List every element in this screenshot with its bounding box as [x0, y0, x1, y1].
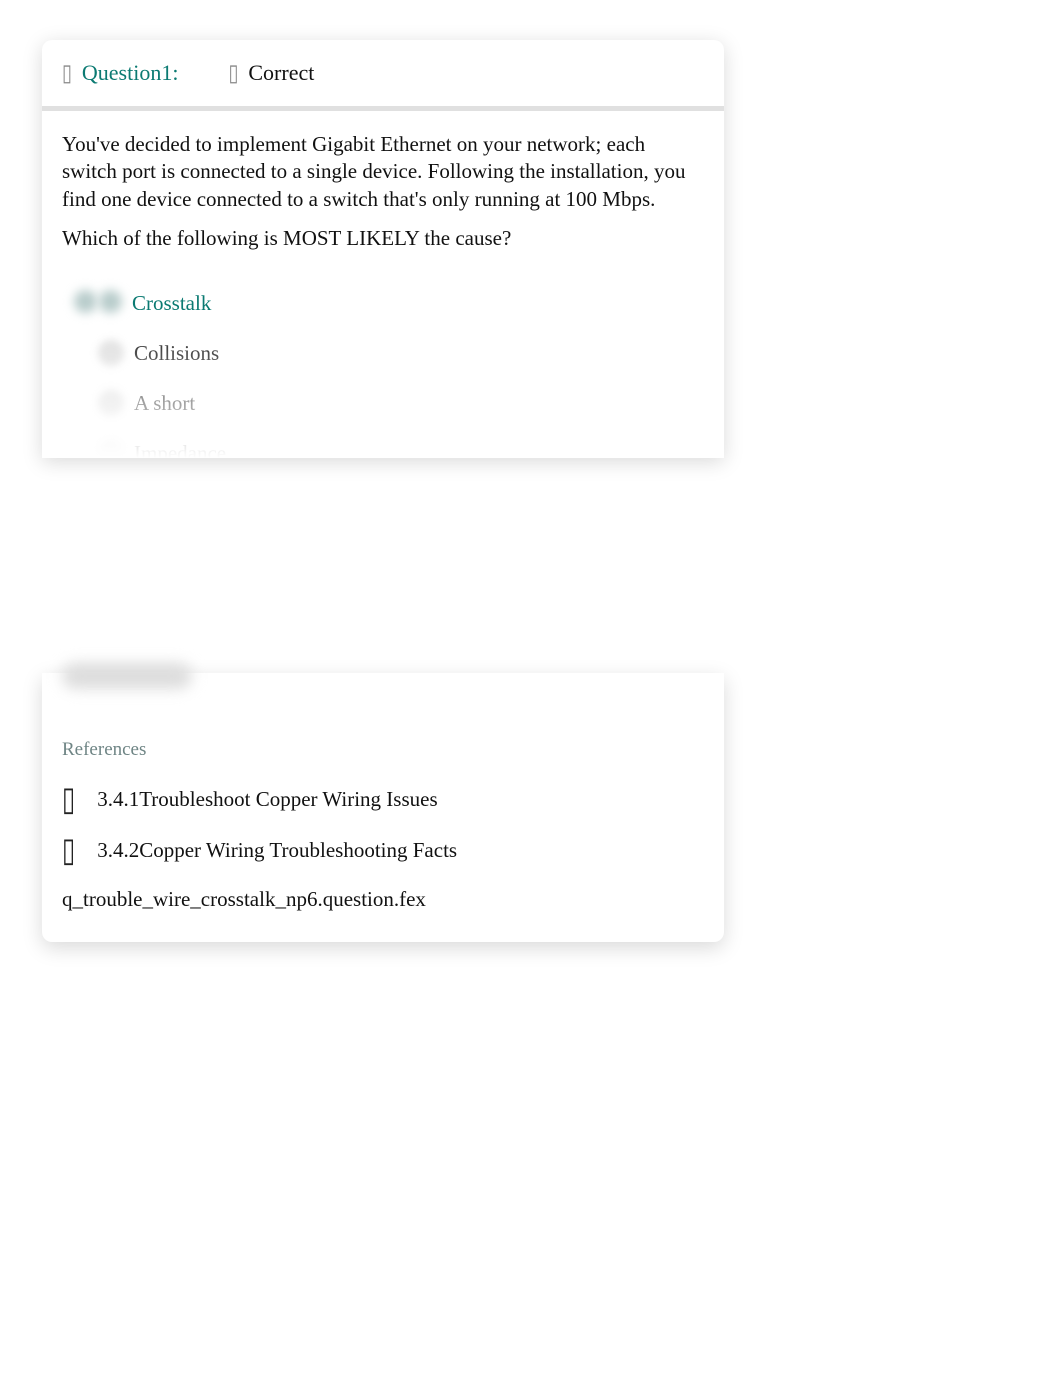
answer-marker-icon	[98, 340, 124, 366]
locked-content-gap	[0, 458, 1062, 673]
answer-text: A short	[134, 391, 195, 416]
reference-icon: ▯	[62, 830, 75, 871]
reference-text: 3.4.2Copper Wiring Troubleshooting Facts	[97, 838, 457, 863]
answer-marker-icon	[98, 390, 124, 416]
question-paragraph-1: You've decided to implement Gigabit Ethe…	[62, 131, 704, 213]
question-file-id: q_trouble_wire_crosstalk_np6.question.fe…	[62, 887, 704, 912]
answer-text: Impedance	[134, 441, 226, 458]
question-paragraph-2: Which of the following is MOST LIKELY th…	[62, 225, 704, 252]
reference-icon: ▯	[62, 779, 75, 820]
question-body: You've decided to implement Gigabit Ethe…	[42, 111, 724, 458]
answer-option-collisions[interactable]: Collisions	[98, 340, 704, 366]
question-number-block: ▯ Question1:	[62, 60, 178, 86]
question-icon: ▯	[62, 59, 72, 86]
blurred-heading	[62, 663, 192, 689]
answer-option-short[interactable]: A short	[98, 390, 704, 416]
question-card-bottom: References ▯ 3.4.1Troubleshoot Copper Wi…	[42, 673, 724, 942]
answers-list: Crosstalk Collisions A short Impedance	[74, 290, 704, 458]
status-icon: ▯	[228, 59, 238, 86]
answer-text: Crosstalk	[132, 291, 211, 316]
answer-marker-icon	[98, 440, 124, 458]
reference-text: 3.4.1Troubleshoot Copper Wiring Issues	[97, 787, 437, 812]
references-title: References	[62, 739, 704, 761]
question-label: Question1:	[82, 60, 179, 86]
question-header: ▯ Question1: ▯ Correct	[42, 40, 724, 111]
answer-text: Collisions	[134, 341, 219, 366]
reference-link-1[interactable]: ▯ 3.4.1Troubleshoot Copper Wiring Issues	[62, 785, 704, 814]
answer-marker-icon	[74, 290, 122, 316]
status-label: Correct	[248, 60, 314, 86]
reference-link-2[interactable]: ▯ 3.4.2Copper Wiring Troubleshooting Fac…	[62, 836, 704, 865]
status-block: ▯ Correct	[228, 60, 314, 86]
question-card-top: ▯ Question1: ▯ Correct You've decided to…	[42, 40, 724, 458]
answer-option-crosstalk[interactable]: Crosstalk	[74, 290, 704, 316]
answer-option-impedance[interactable]: Impedance	[98, 440, 704, 458]
